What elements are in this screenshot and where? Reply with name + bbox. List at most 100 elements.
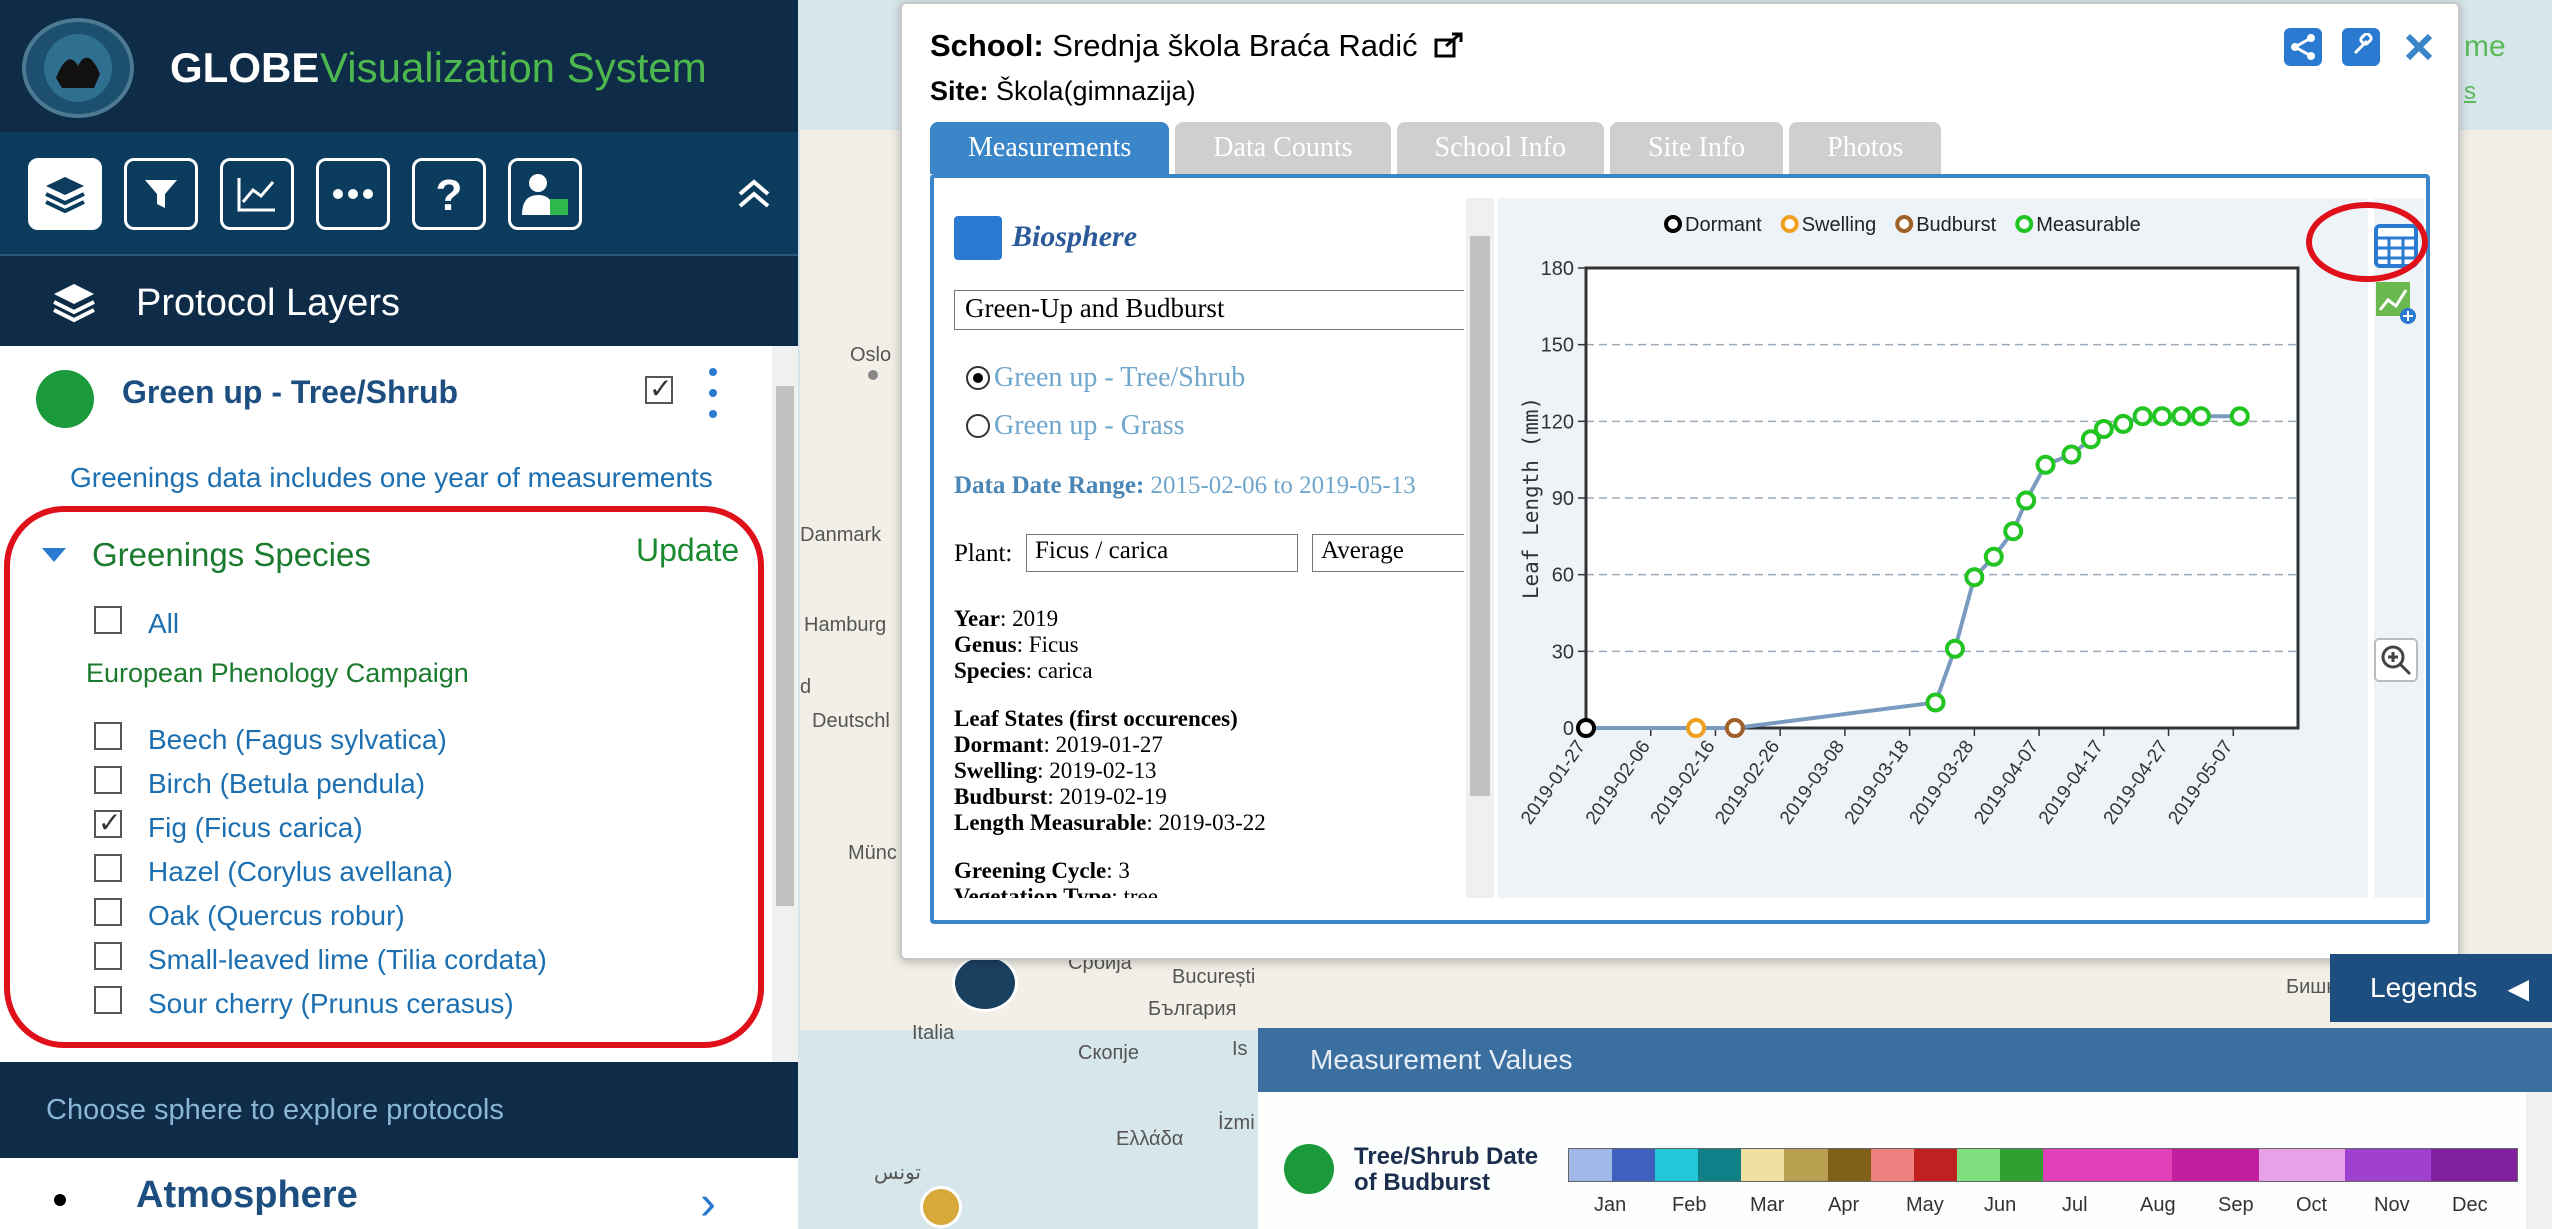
filter-icon — [145, 180, 177, 208]
zoom-in-icon[interactable] — [2374, 638, 2418, 682]
table-icon — [954, 216, 1002, 260]
tab-data-counts[interactable]: Data Counts — [1175, 122, 1391, 174]
month-label: Jun — [1984, 1194, 2017, 1216]
tab-school-info[interactable]: School Info — [1396, 122, 1604, 174]
map-label-ellada: Ελλάδα — [1116, 1128, 1184, 1150]
y-tick-label: 90 — [1552, 488, 1574, 510]
color-swatch — [2129, 1149, 2173, 1181]
add-chart-icon[interactable] — [2374, 280, 2418, 324]
popup-actions — [2284, 28, 2438, 66]
site-name: Škola(gimnazija) — [996, 76, 1196, 106]
color-swatch — [1655, 1149, 1699, 1181]
login-button[interactable] — [508, 158, 582, 230]
chart-icon — [237, 178, 275, 212]
tab-photos[interactable]: Photos — [1789, 122, 1942, 174]
header-link[interactable]: s — [2464, 78, 2476, 106]
toolbar: ? — [0, 132, 798, 254]
date-range-value: 2015-02-06 to 2019-05-13 — [1150, 472, 1416, 499]
chart-button[interactable] — [220, 158, 294, 230]
map-label-bulgaria: България — [1148, 998, 1237, 1020]
species-checkbox[interactable] — [94, 986, 122, 1014]
sidebar-scrollbar[interactable] — [772, 346, 798, 1066]
chevron-right-icon: › — [700, 1177, 716, 1229]
filter-button[interactable] — [124, 158, 198, 230]
app-title: GLOBE — [170, 44, 320, 91]
link-icon[interactable] — [2342, 28, 2380, 66]
x-tick-label: 2019-01-27 — [1517, 737, 1590, 829]
x-tick-label: 2019-05-07 — [2164, 737, 2237, 829]
radio-grass[interactable] — [966, 414, 990, 438]
color-swatch — [1870, 1149, 1914, 1181]
map-label-is: Is — [1232, 1038, 1248, 1060]
plant-select[interactable]: Ficus / carica — [1026, 534, 1298, 572]
data-point-measurable — [1944, 638, 1965, 659]
species-all-checkbox[interactable] — [94, 606, 122, 634]
protocol-panel: Green up - Tree/Shrub Greenings data inc… — [0, 346, 798, 1066]
species-checkbox[interactable] — [94, 722, 122, 750]
leaf-length-chart: 03060901201501802019-01-272019-02-062019… — [1517, 214, 2300, 829]
month-label: Mar — [1750, 1194, 1785, 1216]
external-link-icon[interactable] — [1434, 32, 1464, 58]
species-checkbox[interactable] — [94, 806, 122, 839]
map-label-munchen: Münc — [848, 842, 897, 864]
sphere-item-atmosphere[interactable]: Atmosphere › — [0, 1158, 798, 1229]
data-point-measurable — [2035, 454, 2056, 475]
tab-site-info[interactable]: Site Info — [1609, 122, 1784, 174]
protocol-visibility-checkbox[interactable] — [645, 372, 673, 405]
map-site-marker[interactable] — [952, 954, 1018, 1012]
map-site-marker[interactable] — [920, 1186, 962, 1228]
species-all-label: All — [148, 608, 180, 639]
legends-button[interactable]: Legends ◀ — [2330, 954, 2552, 1022]
y-tick-label: 150 — [1541, 335, 1574, 357]
school-popup: School: Srednja škola Braća Radić Site: … — [900, 2, 2460, 960]
color-swatch — [2258, 1149, 2302, 1181]
collapse-up-icon[interactable] — [732, 172, 776, 216]
species-label: Sour cherry (Prunus cerasus) — [148, 988, 514, 1019]
x-tick-label: 2019-03-18 — [1841, 737, 1914, 829]
detail-cycle: Greening Cycle: 3 — [954, 858, 1130, 883]
choose-sphere-text: Choose sphere to explore protocols — [46, 1094, 504, 1126]
species-checkbox[interactable] — [94, 898, 122, 926]
protocol-options-icon[interactable] — [708, 368, 718, 418]
share-icon[interactable] — [2284, 28, 2322, 66]
stat-select[interactable]: Average — [1312, 534, 1464, 572]
legends-label: Legends — [2370, 972, 2478, 1003]
data-point-measurable — [2003, 521, 2024, 542]
more-button[interactable] — [316, 158, 390, 230]
species-checkbox[interactable] — [94, 942, 122, 970]
color-swatch — [2430, 1149, 2474, 1181]
detail-budburst: Budburst: 2019-02-19 — [954, 784, 1167, 809]
measurement-values-header[interactable]: Measurement Values — [1258, 1028, 2552, 1092]
close-icon[interactable] — [2400, 28, 2438, 66]
school-name: Srednja škola Braća Radić — [1052, 28, 1418, 63]
x-tick-label: 2019-03-08 — [1776, 737, 1849, 829]
map-label-d: d — [800, 676, 812, 698]
month-label: Dec — [2452, 1194, 2488, 1216]
measurement-controls: Biosphere Green-Up and Budburst Green up… — [954, 198, 1464, 898]
expand-caret-icon[interactable] — [42, 548, 66, 562]
data-point-dormant — [1576, 718, 1596, 738]
highlight-circle — [2306, 202, 2428, 282]
header-link-home[interactable]: me — [2464, 30, 2506, 64]
caret-left-icon: ◀ — [2507, 972, 2529, 1004]
species-checkbox[interactable] — [94, 766, 122, 794]
help-button[interactable]: ? — [412, 158, 486, 230]
legend-marker — [1780, 215, 1799, 233]
greenup-icon — [1284, 1144, 1334, 1194]
protocol-select[interactable]: Green-Up and Budburst — [954, 290, 1464, 330]
globe-logo — [22, 18, 134, 118]
layers-button[interactable] — [28, 158, 102, 230]
update-link[interactable]: Update — [636, 532, 739, 569]
radio-tree-shrub[interactable] — [966, 366, 990, 390]
data-point-measurable — [2093, 419, 2114, 439]
tab-measurements[interactable]: Measurements — [930, 122, 1170, 174]
color-swatch — [1827, 1149, 1871, 1181]
user-lock-icon — [522, 174, 568, 215]
radio-grass-label: Green up - Grass — [994, 410, 1185, 441]
panel-scrollbar[interactable] — [2526, 1092, 2552, 1229]
details-scrollbar[interactable] — [1466, 198, 1494, 898]
species-header[interactable]: Greenings Species — [92, 536, 371, 574]
y-tick-label: 60 — [1552, 565, 1574, 587]
color-swatch — [1569, 1149, 1613, 1181]
species-checkbox[interactable] — [94, 854, 122, 882]
